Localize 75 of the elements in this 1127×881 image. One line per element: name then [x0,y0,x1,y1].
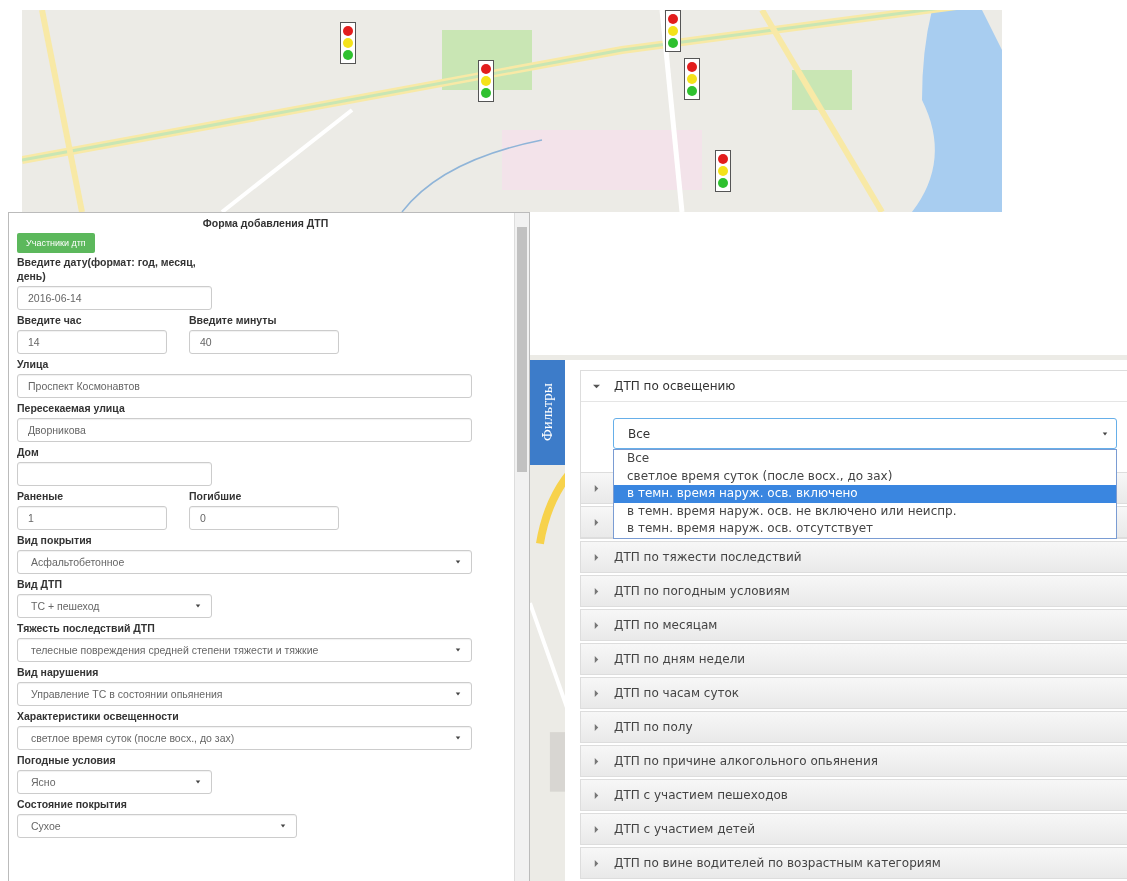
accordion-header[interactable]: ДТП по дням недели [580,643,1127,675]
field-label: Введите дату(формат: год, месяц, день) [17,255,197,283]
scrollbar[interactable] [514,213,529,881]
field-label: Раненые [17,489,65,503]
caret-down-icon [593,382,600,390]
caret-right-icon [593,587,600,595]
select-field[interactable]: Ясно [17,770,212,794]
field-label: Погибшие [189,489,243,503]
input-field[interactable]: 1 [17,506,167,530]
caret-right-icon [593,553,600,561]
select-field[interactable]: телесные повреждения средней степени тяжести и тяжкие [17,638,472,662]
accordion-header[interactable]: ДТП по погодным условиям [580,575,1127,607]
field-label: Введите минуты [189,313,278,327]
field-label: Улица [17,357,50,371]
accordion-header[interactable]: ДТП по тяжести последствий [580,541,1127,573]
form-title: Форма добавления ДТП [201,217,330,229]
caret-down-icon [455,647,461,653]
dropdown-option[interactable]: в темн. время наруж. осв. отсутствует [614,520,1116,538]
select-field[interactable]: Управление ТС в состоянии опьянения [17,682,472,706]
caret-right-icon [593,723,600,731]
traffic-light-icon[interactable] [340,22,356,64]
field-label: Состояние покрытия [17,797,128,811]
dropdown-option[interactable]: в темн. время наруж. осв. включено [614,485,1116,503]
caret-down-icon [455,691,461,697]
field-label: Характеристики освещенности [17,709,180,723]
caret-down-icon [455,735,461,741]
input-field[interactable]: 14 [17,330,167,354]
accordion-header[interactable]: ДТП по полу [580,711,1127,743]
dropdown-option[interactable]: светлое время суток (после восх., до зах) [614,467,1116,485]
caret-down-icon [455,559,461,565]
caret-right-icon [593,791,600,799]
input-field[interactable] [17,462,212,486]
field-label: Дом [17,445,40,459]
accordion-header[interactable]: ДТП по месяцам [580,609,1127,641]
traffic-light-icon[interactable] [478,60,494,102]
select-field[interactable]: Все [613,418,1117,449]
dropdown-option[interactable]: в темн. время наруж. осв. не включено или неиспр. [614,502,1116,520]
input-field[interactable]: 0 [189,506,339,530]
caret-right-icon [593,689,600,697]
select-field[interactable]: Сухое [17,814,297,838]
input-field[interactable]: Дворникова [17,418,472,442]
caret-down-icon [280,823,286,829]
field-label: Вид покрытия [17,533,93,547]
field-label: Пересекаемая улица [17,401,126,415]
field-label: Введите час [17,313,83,327]
field-label: Вид ДТП [17,577,64,591]
caret-right-icon [593,825,600,833]
caret-right-icon [593,655,600,663]
select-field[interactable]: Асфальтобетонное [17,550,472,574]
filters-tab[interactable]: Фильтры [530,360,565,465]
traffic-light-icon[interactable] [684,58,700,100]
input-field[interactable]: 40 [189,330,339,354]
accordion-header[interactable]: ДТП по часам суток [580,677,1127,709]
caret-right-icon [593,621,600,629]
dropdown-option[interactable]: Все [614,450,1116,468]
field-label: Вид нарушения [17,665,100,679]
traffic-light-icon[interactable] [665,10,681,52]
caret-down-icon [195,603,201,609]
caret-right-icon [593,859,600,867]
field-label: Тяжесть последствий ДТП [17,621,156,635]
field-label: Погодные условия [17,753,117,767]
accordion-header[interactable]: ДТП с участием детей [580,813,1127,845]
caret-right-icon [593,757,600,765]
caret-down-icon [1102,430,1108,437]
input-field[interactable]: 2016-06-14 [17,286,212,310]
caret-down-icon [195,779,201,785]
caret-right-icon [593,518,600,526]
accordion-header[interactable]: ДТП с участием пешеходов [580,779,1127,811]
accordion-header[interactable]: ДТП по причине алкогольного опьянения [580,745,1127,777]
select-field[interactable]: светлое время суток (после восх., до зах) [17,726,472,750]
select-field[interactable]: ТС + пешеход [17,594,212,618]
traffic-light-icon[interactable] [715,150,731,192]
accordion-header[interactable]: ДТП по вине водителей по возрастным категориям [580,847,1127,879]
caret-right-icon [593,484,600,492]
input-field[interactable]: Проспект Космонавтов [17,374,472,398]
